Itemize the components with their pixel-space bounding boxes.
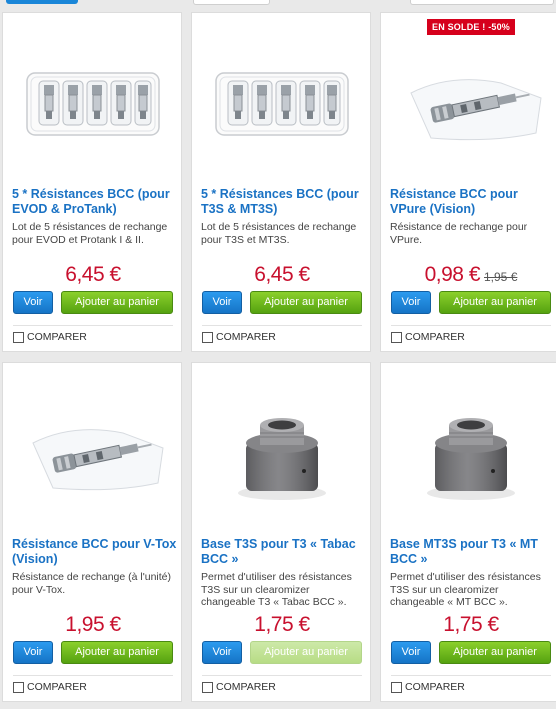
product-price: 6,45 € — [65, 263, 121, 286]
checkbox-icon[interactable] — [391, 681, 402, 693]
product-card: Résistance BCC pour V-Tox (Vision) Résis… — [2, 362, 182, 702]
product-description: Résistance de rechange pour VPure. — [390, 221, 528, 246]
divider — [202, 325, 362, 326]
view-button[interactable]: Voir — [391, 641, 431, 664]
compare-checkbox[interactable]: COMPARER — [391, 681, 465, 693]
price-row: 1,75 € — [192, 613, 370, 637]
product-description: Lot de 5 résistances de rechange pour EV… — [12, 221, 168, 246]
price-row: 6,45 € — [192, 263, 370, 287]
product-price: 1,95 € — [65, 613, 121, 636]
compare-label: COMPARER — [27, 681, 87, 693]
view-button[interactable]: Voir — [13, 291, 53, 314]
product-title[interactable]: Résistance BCC pour V-Tox (Vision) — [12, 537, 177, 567]
add-to-cart-button[interactable]: Ajouter au panier — [250, 291, 362, 314]
checkbox-icon[interactable] — [202, 331, 213, 343]
product-card: Base MT3S pour T3 « MT BCC » Permet d'ut… — [380, 362, 556, 702]
compare-label: COMPARER — [27, 331, 87, 343]
add-to-cart-button[interactable]: Ajouter au panier — [439, 641, 551, 664]
compare-checkbox[interactable]: COMPARER — [391, 331, 465, 343]
product-description: Lot de 5 résistances de rechange pour T3… — [201, 221, 357, 246]
product-description: Résistance de rechange (à l'unité) pour … — [12, 571, 172, 596]
product-description: Permet d'utiliser des résistances T3S su… — [390, 571, 541, 608]
add-to-cart-button[interactable]: Ajouter au panier — [61, 641, 173, 664]
price-row: 1,75 € — [381, 613, 556, 637]
product-price: 0,98 € — [424, 263, 481, 286]
divider — [13, 675, 173, 676]
view-button[interactable]: Voir — [202, 291, 242, 314]
compare-checkbox[interactable]: COMPARER — [202, 681, 276, 693]
sale-badge: EN SOLDE ! -50% — [427, 19, 516, 35]
compare-checkbox[interactable]: COMPARER — [13, 331, 87, 343]
product-price: 6,45 € — [254, 263, 310, 286]
divider — [13, 325, 173, 326]
price-row: 1,95 € — [3, 613, 181, 637]
old-price: 1,95 € — [484, 270, 518, 284]
coil-pack-5-image[interactable] — [13, 23, 173, 183]
divider — [391, 675, 551, 676]
product-title[interactable]: Résistance BCC pour VPure (Vision) — [390, 187, 555, 217]
product-title[interactable]: 5 * Résistances BCC (pour T3S & MT3S) — [201, 187, 366, 217]
product-card: EN SOLDE ! -50% Résistance BCC pour VPur… — [380, 12, 556, 352]
product-title[interactable]: 5 * Résistances BCC (pour EVOD & ProTank… — [12, 187, 177, 217]
toolbar-button[interactable] — [6, 0, 78, 4]
compare-checkbox[interactable]: COMPARER — [13, 681, 87, 693]
product-description: Permet d'utiliser des résistances T3S su… — [201, 571, 352, 608]
compare-label: COMPARER — [405, 331, 465, 343]
divider — [391, 325, 551, 326]
product-card: Base T3S pour T3 « Tabac BCC » Permet d'… — [191, 362, 371, 702]
toolbar-search[interactable] — [410, 0, 554, 5]
view-button[interactable]: Voir — [13, 641, 53, 664]
product-card: 5 * Résistances BCC (pour T3S & MT3S) Lo… — [191, 12, 371, 352]
compare-label: COMPARER — [216, 681, 276, 693]
compare-label: COMPARER — [405, 681, 465, 693]
divider — [202, 675, 362, 676]
product-card: 5 * Résistances BCC (pour EVOD & ProTank… — [2, 12, 182, 352]
single-coil-image[interactable] — [13, 373, 173, 533]
checkbox-icon[interactable] — [13, 331, 24, 343]
toolbar-select[interactable] — [193, 0, 270, 5]
coil-pack-5-image[interactable] — [202, 23, 362, 183]
add-to-cart-button[interactable]: Ajouter au panier — [439, 291, 551, 314]
add-to-cart-button[interactable]: Ajouter au panier — [250, 641, 362, 664]
view-button[interactable]: Voir — [202, 641, 242, 664]
product-price: 1,75 € — [443, 613, 499, 636]
product-title[interactable]: Base T3S pour T3 « Tabac BCC » — [201, 537, 366, 567]
view-button[interactable]: Voir — [391, 291, 431, 314]
metal-base-image[interactable] — [202, 373, 362, 533]
checkbox-icon[interactable] — [13, 681, 24, 693]
price-row: 6,45 € — [3, 263, 181, 287]
metal-base-image[interactable] — [391, 373, 551, 533]
add-to-cart-button[interactable]: Ajouter au panier — [61, 291, 173, 314]
top-toolbar — [0, 0, 556, 8]
single-coil-image[interactable] — [391, 23, 551, 183]
product-price: 1,75 € — [254, 613, 310, 636]
compare-label: COMPARER — [216, 331, 276, 343]
price-row: 0,98 €1,95 € — [381, 263, 556, 287]
checkbox-icon[interactable] — [391, 331, 402, 343]
compare-checkbox[interactable]: COMPARER — [202, 331, 276, 343]
product-title[interactable]: Base MT3S pour T3 « MT BCC » — [390, 537, 555, 567]
checkbox-icon[interactable] — [202, 681, 213, 693]
